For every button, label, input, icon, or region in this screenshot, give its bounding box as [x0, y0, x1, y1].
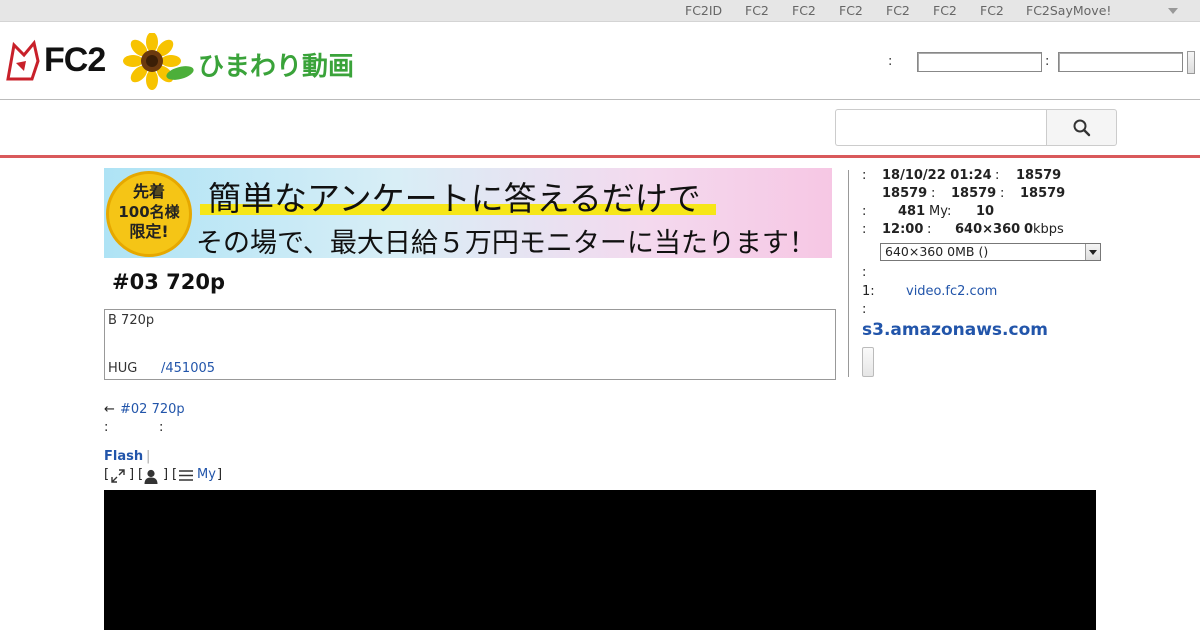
- info-separator: :: [862, 204, 867, 219]
- top-nav-fc2-1[interactable]: FC2: [745, 3, 769, 18]
- top-nav-fc2-3[interactable]: FC2: [839, 3, 863, 18]
- info-separator: :: [862, 265, 867, 280]
- site-logo[interactable]: FC2 ひまわり動画: [4, 33, 356, 93]
- top-nav-fc2-4[interactable]: FC2: [886, 3, 910, 18]
- stat-value: 18579: [951, 186, 997, 201]
- description-text: B 720p: [108, 313, 155, 328]
- info-separator: :: [862, 168, 867, 183]
- list-icon[interactable]: [179, 469, 193, 482]
- source-label: 1:: [862, 284, 875, 299]
- video-duration: 12:00: [882, 222, 924, 237]
- previous-video-link[interactable]: #02 720p: [120, 402, 185, 417]
- chevron-down-icon: [1085, 244, 1100, 260]
- badge-line: 限定!: [129, 222, 169, 241]
- info-separator: :: [931, 186, 936, 201]
- sunflower-icon: [123, 33, 194, 90]
- info-separator: :: [1000, 186, 1005, 201]
- info-separator: :: [862, 222, 867, 237]
- comment-count: 481: [898, 204, 926, 219]
- player-toolbar: [ ] [ ] [ My ]: [104, 467, 234, 485]
- description-link[interactable]: /451005: [161, 361, 215, 376]
- quality-select-value: 640×360 0MB (): [885, 244, 989, 259]
- info-separator: :: [927, 222, 932, 237]
- login-password-field[interactable]: [1058, 52, 1183, 72]
- user-icon[interactable]: [144, 469, 158, 484]
- video-bitrate: 0: [1024, 222, 1034, 237]
- top-nav-fc2-2[interactable]: FC2: [792, 3, 816, 18]
- search-icon: [1073, 119, 1091, 137]
- banner-headline: 簡単なアンケートに答えるだけで: [208, 179, 701, 218]
- bracket: [: [172, 467, 178, 482]
- video-player[interactable]: [104, 490, 1096, 630]
- upload-date: 18/10/22 01:24: [882, 168, 992, 183]
- source-link[interactable]: video.fc2.com: [906, 284, 997, 299]
- description-label: HUG: [108, 361, 138, 376]
- my-list-link[interactable]: My: [197, 467, 216, 482]
- site-header: FC2 ひまわり動画 : :: [0, 23, 1200, 100]
- bracket: [: [104, 467, 110, 482]
- mylist-count: 10: [976, 204, 995, 219]
- expand-icon[interactable]: [111, 469, 125, 483]
- host-link[interactable]: s3.amazonaws.com: [862, 320, 1048, 340]
- chevron-down-icon[interactable]: [1168, 8, 1178, 14]
- bracket: ]: [129, 467, 135, 482]
- bracket: [: [138, 467, 144, 482]
- info-separator: :: [995, 168, 1000, 183]
- logo-title-text: ひまわり動画: [198, 52, 355, 82]
- login-separator: :: [888, 54, 893, 69]
- login-separator: :: [1045, 54, 1050, 69]
- video-resolution: 640×360: [955, 222, 1021, 237]
- video-title: #03 720p: [112, 270, 225, 294]
- search-button[interactable]: [1046, 109, 1117, 146]
- top-nav-fc2-5[interactable]: FC2: [933, 3, 957, 18]
- stat-value: 18579: [882, 186, 928, 201]
- panel-divider: [848, 170, 849, 377]
- top-navigation-bar: FC2ID FC2 FC2 FC2 FC2 FC2 FC2 FC2SayMove…: [0, 0, 1200, 22]
- top-nav-saymove[interactable]: FC2SayMove!: [1026, 3, 1111, 18]
- top-nav-fc2id[interactable]: FC2ID: [685, 3, 722, 18]
- link-separator: |: [146, 449, 151, 464]
- bracket: ]: [217, 467, 223, 482]
- top-nav-fc2-6[interactable]: FC2: [980, 3, 1004, 18]
- quality-select[interactable]: 640×360 0MB (): [880, 243, 1101, 261]
- mylist-label: My:: [929, 204, 952, 219]
- video-description: B 720p HUG /451005: [104, 309, 836, 380]
- badge-line: 100名様: [118, 203, 180, 221]
- banner-badge: 先着 100名様 限定!: [106, 171, 192, 257]
- bitrate-unit: kbps: [1033, 222, 1064, 237]
- fc2-mascot-icon: [6, 39, 40, 81]
- small-button[interactable]: [862, 347, 874, 377]
- info-separator: :: [862, 302, 867, 317]
- meta-separator: :: [104, 420, 109, 435]
- previous-arrow: ←: [104, 402, 115, 417]
- login-button[interactable]: [1187, 51, 1195, 74]
- view-count: 18579: [1016, 168, 1062, 183]
- login-id-field[interactable]: [917, 52, 1042, 72]
- search-bar: [0, 100, 1200, 158]
- flash-link[interactable]: Flash: [104, 449, 143, 464]
- bracket: ]: [163, 467, 169, 482]
- banner-subline: その場で、最大日給５万円モニターに当たります！: [196, 228, 816, 258]
- advertisement-banner[interactable]: 先着 100名様 限定! 簡単なアンケートに答えるだけで その場で、最大日給５万…: [104, 168, 832, 258]
- meta-separator: :: [159, 420, 164, 435]
- badge-line: 先着: [132, 182, 165, 201]
- logo-brand-text: FC2: [44, 41, 106, 79]
- stat-value: 18579: [1020, 186, 1066, 201]
- search-input[interactable]: [835, 109, 1047, 146]
